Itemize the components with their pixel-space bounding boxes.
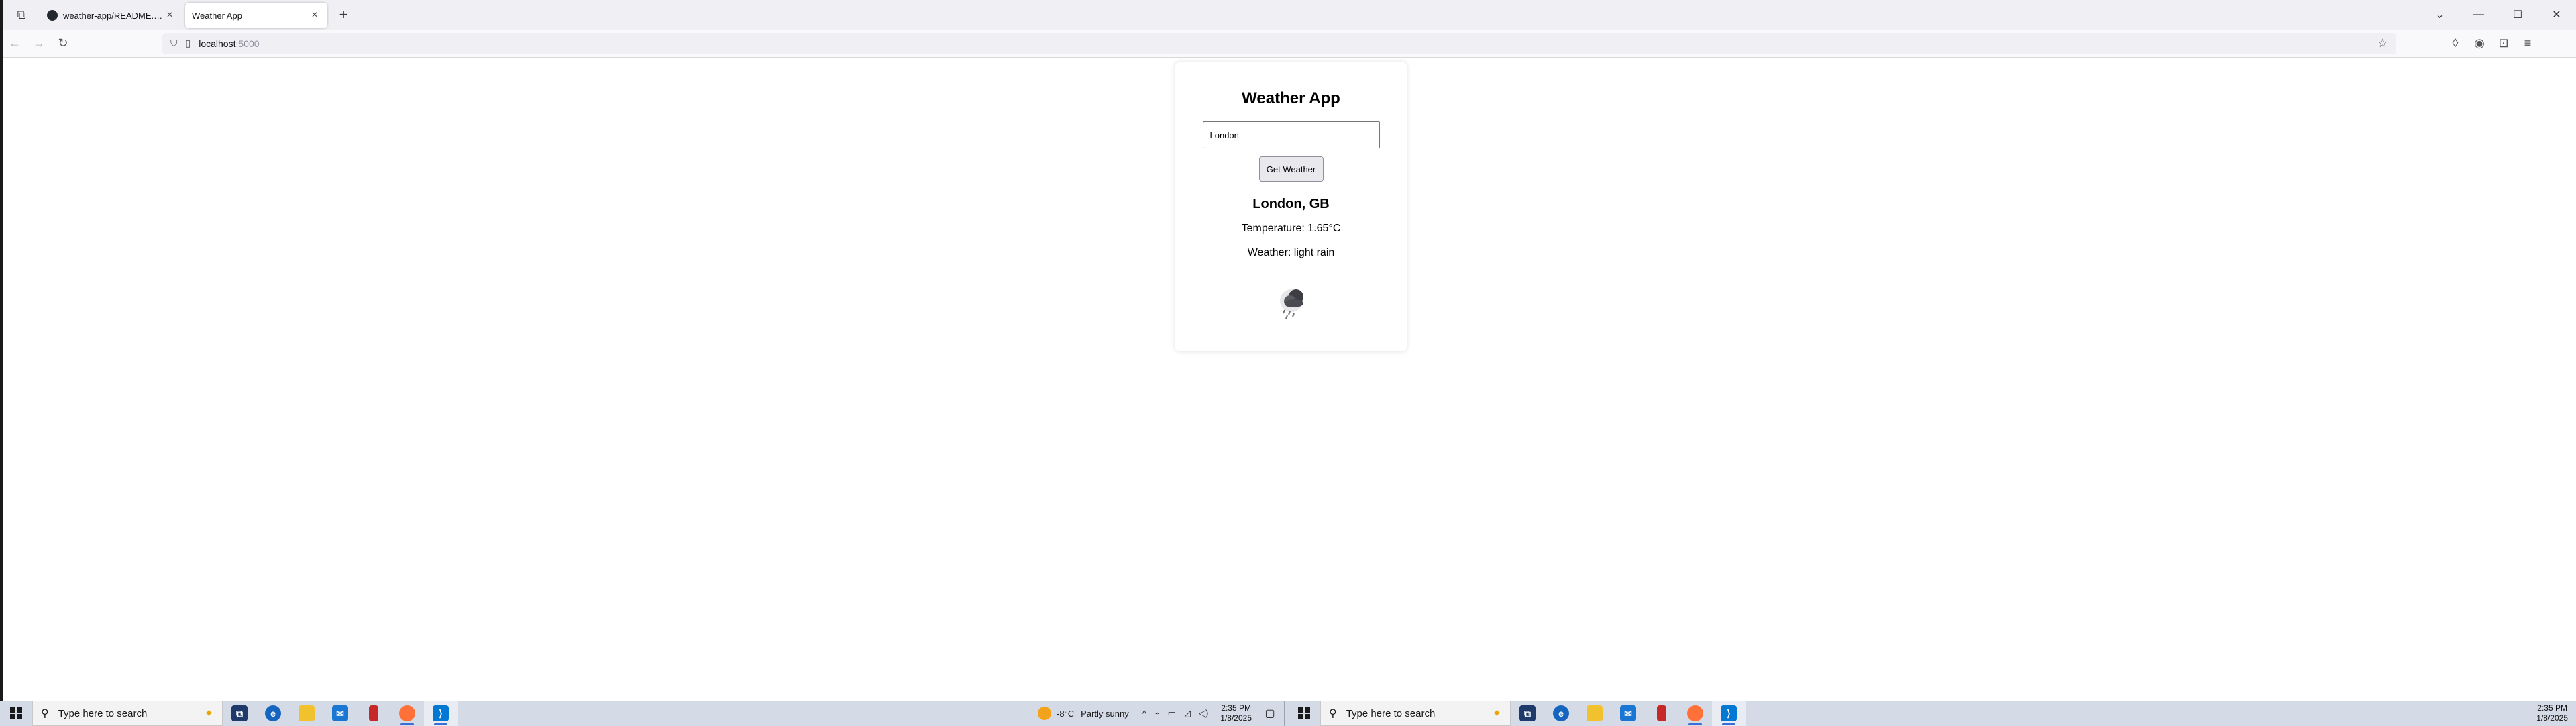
notification-icon[interactable]: ▢ — [1260, 707, 1280, 720]
location-heading: London, GB — [1252, 197, 1330, 211]
network-icon[interactable]: ◿ — [1184, 708, 1191, 719]
search-placeholder: Type here to search — [1346, 707, 1436, 719]
tab-readme[interactable]: weather-app/README.md at m × — [40, 3, 182, 28]
red-app-icon[interactable] — [1645, 701, 1678, 726]
github-icon — [47, 10, 58, 21]
vscode-icon[interactable]: ⟩ — [424, 701, 458, 726]
close-icon[interactable]: × — [309, 9, 321, 21]
get-weather-button[interactable]: Get Weather — [1258, 156, 1324, 182]
task-view-button[interactable]: ⧉ — [223, 701, 256, 726]
taskbar-clock[interactable]: 2:35 PM 1/8/2025 — [1220, 703, 1252, 723]
usb-icon[interactable]: ⌁ — [1155, 708, 1160, 719]
file-explorer-icon[interactable] — [290, 701, 323, 726]
shield-icon[interactable]: ⛉ — [170, 38, 178, 49]
account-icon[interactable]: ◉ — [2467, 32, 2491, 56]
taskbar-search[interactable]: ⚲ Type here to search ✦ — [32, 701, 223, 726]
firefox-view-icon[interactable]: ⧉ — [3, 0, 40, 30]
url-port: :5000 — [235, 38, 260, 49]
light-rain-cloud-icon — [1279, 289, 1303, 319]
tab-title: weather-app/README.md at m — [63, 10, 164, 21]
partly-sunny-icon — [1038, 707, 1052, 720]
edge-icon[interactable]: e — [256, 701, 290, 726]
search-placeholder: Type here to search — [58, 707, 148, 719]
firefox-icon[interactable] — [390, 701, 424, 726]
taskbar-search[interactable]: ⚲ Type here to search ✦ — [1320, 701, 1511, 726]
mail-icon[interactable]: ✉ — [1611, 701, 1645, 726]
page-icon[interactable]: ▯ — [186, 38, 191, 49]
firefox-icon[interactable] — [1678, 701, 1712, 726]
clock-date: 1/8/2025 — [2536, 713, 2568, 723]
taskbar-left: ⚲ Type here to search ✦ ⧉ e ✉ ⟩ -8°C Par… — [0, 701, 1288, 726]
clock-time: 2:35 PM — [2537, 703, 2567, 713]
weather-desc: Partly sunny — [1081, 708, 1129, 719]
minimize-button[interactable]: — — [2459, 0, 2498, 30]
windows-logo-icon — [1298, 707, 1310, 719]
close-icon[interactable]: × — [164, 9, 176, 21]
list-tabs-icon[interactable]: ⌄ — [2420, 0, 2459, 30]
tab-weather-app[interactable]: Weather App × — [185, 3, 327, 28]
start-button[interactable] — [1288, 701, 1320, 726]
close-window-button[interactable]: ✕ — [2537, 0, 2576, 30]
address-bar[interactable]: ⛉ ▯ localhost:5000 ☆ — [162, 32, 2396, 54]
clock-time: 2:35 PM — [1221, 703, 1251, 713]
browser-tab-strip: ⧉ weather-app/README.md at m × Weather A… — [3, 0, 2576, 30]
search-icon: ⚲ — [41, 708, 49, 719]
url-host: localhost — [199, 38, 236, 49]
volume-icon[interactable]: ◁) — [1199, 708, 1208, 719]
reload-button[interactable]: ↻ — [51, 32, 75, 56]
new-tab-button[interactable]: + — [330, 0, 357, 30]
search-highlight-icon: ✦ — [1491, 706, 1502, 720]
taskbar-clock[interactable]: 2:35 PM 1/8/2025 — [2536, 703, 2568, 723]
weather-card: Weather App Get Weather London, GB Tempe… — [1175, 62, 1407, 351]
weather-widget[interactable]: -8°C Partly sunny — [1038, 707, 1129, 720]
weather-temp: -8°C — [1057, 708, 1075, 719]
page-viewport: Weather App Get Weather London, GB Tempe… — [3, 58, 2576, 701]
forward-button[interactable]: → — [27, 32, 51, 56]
mail-icon[interactable]: ✉ — [323, 701, 357, 726]
clock-date: 1/8/2025 — [1220, 713, 1252, 723]
task-view-button[interactable]: ⧉ — [1511, 701, 1544, 726]
app-title: Weather App — [1242, 89, 1340, 107]
weather-description: Weather: light rain — [1247, 247, 1335, 258]
city-input[interactable] — [1202, 121, 1380, 148]
temperature-text: Temperature: 1.65°C — [1241, 223, 1341, 234]
search-icon: ⚲ — [1329, 708, 1337, 719]
battery-icon[interactable]: ▭ — [1168, 708, 1176, 719]
vscode-icon[interactable]: ⟩ — [1712, 701, 1746, 726]
chevron-up-icon[interactable]: ^ — [1142, 709, 1146, 719]
back-button[interactable]: ← — [3, 32, 27, 56]
system-tray: ^ ⌁ ▭ ◿ ◁) — [1138, 708, 1213, 719]
red-app-icon[interactable] — [357, 701, 390, 726]
menu-icon[interactable]: ≡ — [2516, 32, 2540, 56]
maximize-button[interactable]: ☐ — [2498, 0, 2537, 30]
start-button[interactable] — [0, 701, 32, 726]
tab-title: Weather App — [192, 10, 242, 21]
pocket-icon[interactable]: ◊ — [2443, 32, 2467, 56]
edge-icon[interactable]: e — [1544, 701, 1578, 726]
file-explorer-icon[interactable] — [1578, 701, 1611, 726]
navigation-bar: ← → ↻ ⛉ ▯ localhost:5000 ☆ ◊ ◉ ⊡ ≡ — [3, 30, 2576, 58]
windows-logo-icon — [10, 707, 22, 719]
extensions-icon[interactable]: ⊡ — [2491, 32, 2516, 56]
bookmark-star-icon[interactable]: ☆ — [2377, 36, 2388, 50]
taskbar-right: ⚲ Type here to search ✦ ⧉ e ✉ ⟩ 2:35 PM … — [1288, 701, 2576, 726]
search-highlight-icon: ✦ — [203, 706, 214, 720]
